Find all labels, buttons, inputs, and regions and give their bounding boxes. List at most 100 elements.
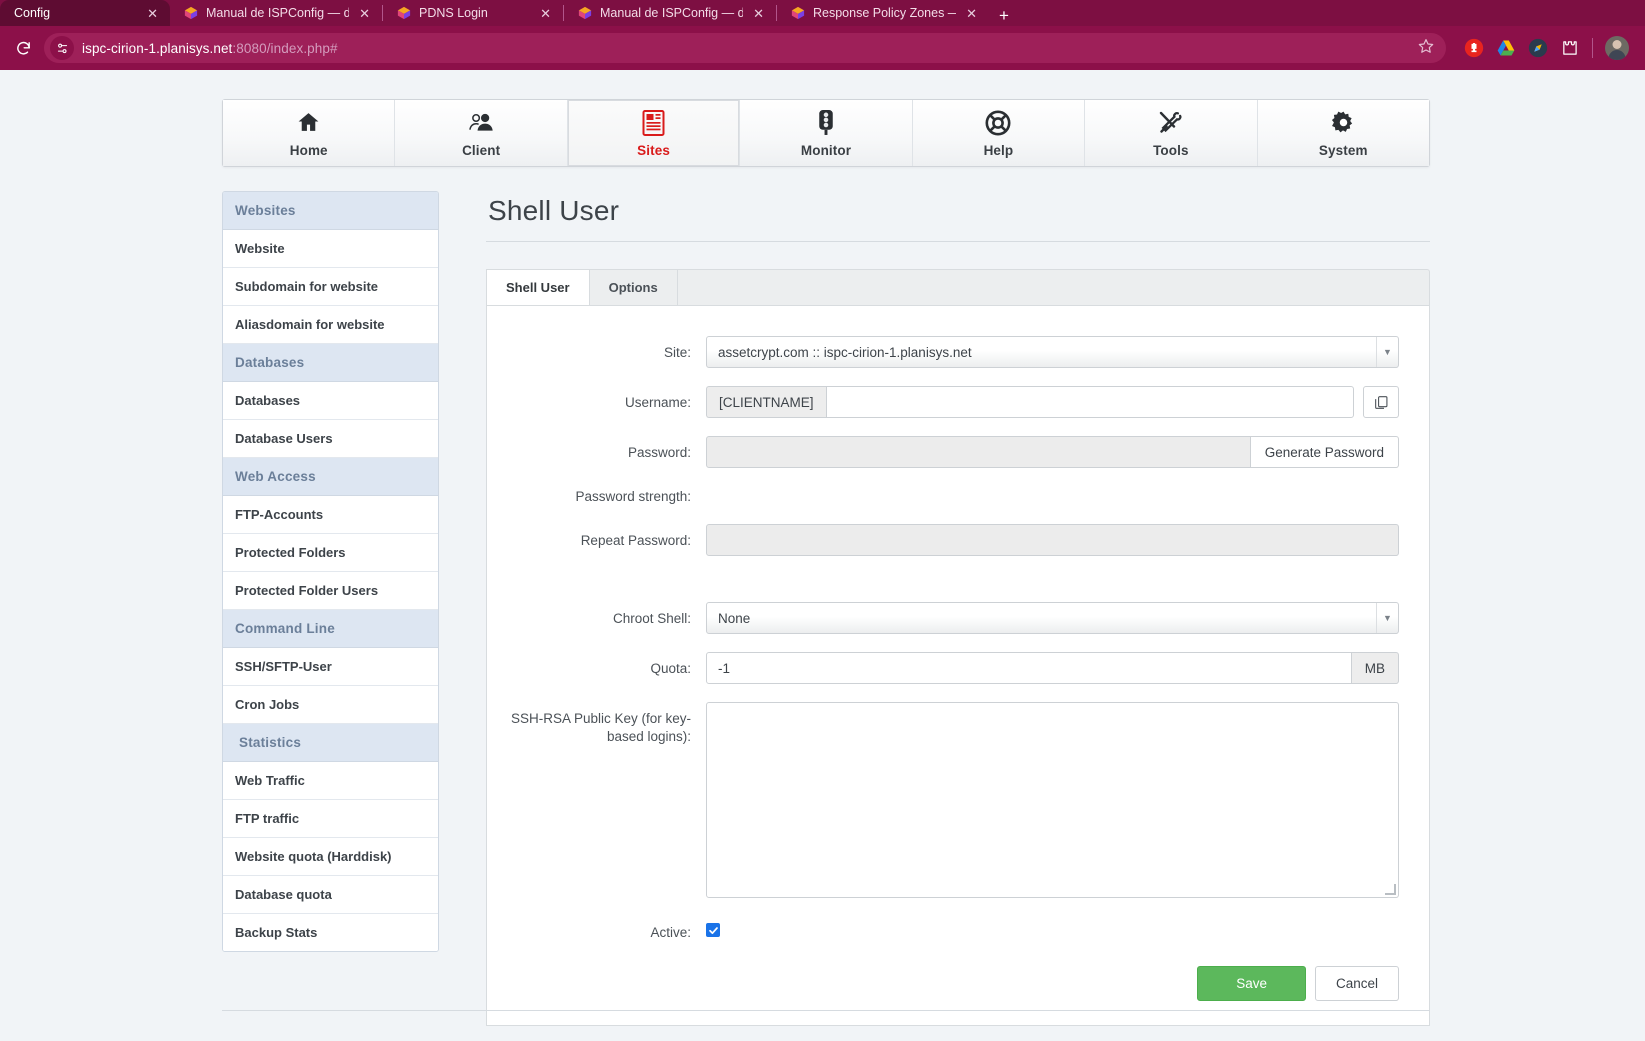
system-gear-icon — [1331, 109, 1356, 137]
nav-label: Tools — [1153, 142, 1189, 158]
home-icon — [296, 109, 321, 137]
nav-item-system[interactable]: System — [1257, 100, 1429, 166]
browser-tabstrip: Config ✕ Manual de ISPConfig — docum ✕ P… — [0, 0, 1645, 26]
tab-close-button[interactable]: ✕ — [357, 7, 372, 20]
tab-title: Manual de ISPConfig — docum — [600, 6, 744, 20]
password-input[interactable] — [706, 436, 1251, 468]
ispconfig-cube-icon — [184, 6, 198, 20]
puzzle-extensions-icon[interactable] — [1560, 38, 1580, 58]
tab-close-button[interactable]: ✕ — [538, 7, 553, 20]
browser-tab-2[interactable]: PDNS Login ✕ — [383, 0, 563, 26]
nav-label: Help — [983, 142, 1014, 158]
tab-title: Response Policy Zones — docu — [813, 6, 956, 20]
sidebar-item-website[interactable]: Website — [223, 230, 438, 268]
ispconfig-cube-icon — [791, 6, 805, 20]
sidebar-item-ftp-traffic[interactable]: FTP traffic — [223, 800, 438, 838]
ssh-rsa-textarea[interactable] — [706, 702, 1399, 899]
nav-item-client[interactable]: Client — [395, 100, 568, 166]
ssh-rsa-label: SSH-RSA Public Key (for key-based logins… — [510, 711, 691, 745]
ispconfig-cube-icon — [397, 6, 411, 20]
generate-password-button[interactable]: Generate Password — [1250, 436, 1399, 468]
address-bar[interactable]: ispc-cirion-1.planisys.net:8080/index.ph… — [44, 33, 1446, 63]
tab-title: PDNS Login — [419, 6, 488, 20]
sidebar-item-database-users[interactable]: Database Users — [223, 420, 438, 458]
quota-label: Quota: — [650, 661, 691, 677]
nav-item-home[interactable]: Home — [223, 100, 396, 166]
page-title: Shell User — [488, 195, 620, 226]
copy-icon[interactable] — [1363, 386, 1399, 418]
quota-input[interactable]: -1 — [706, 652, 1352, 685]
site-label: Site: — [663, 345, 691, 360]
sidebar-item-subdomain-for-website[interactable]: Subdomain for website — [223, 268, 438, 306]
sidebar-item-ssh-sftp-user[interactable]: SSH/SFTP-User — [223, 648, 438, 686]
sidebar-item-ftp-accounts[interactable]: FTP-Accounts — [223, 496, 438, 534]
save-button[interactable]: Save — [1197, 966, 1306, 1002]
sidebar-item-aliasdomain-for-website[interactable]: Aliasdomain for website — [223, 306, 438, 344]
sidebar-item-database-quota[interactable]: Database quota — [223, 876, 438, 914]
chevron-down-icon[interactable]: ▼ — [1376, 603, 1398, 634]
field-row-password-strength: Password strength: — [487, 486, 1399, 506]
tab-shell-user[interactable]: Shell User — [486, 269, 590, 305]
browser-chrome: Config ✕ Manual de ISPConfig — docum ✕ P… — [0, 0, 1645, 70]
footer-divider — [222, 1010, 1430, 1011]
nav-item-monitor[interactable]: Monitor — [740, 100, 913, 166]
form-spacer — [487, 574, 1399, 602]
field-row-site: Site: assetcrypt.com :: ispc-cirion-1.pl… — [487, 336, 1399, 368]
active-label: Active: — [650, 925, 691, 941]
username-label: Username: — [624, 395, 691, 410]
url-host: ispc-cirion-1.planisys.net — [82, 40, 233, 56]
ublock-origin-icon[interactable] — [1464, 38, 1484, 58]
sidebar-item-web-traffic[interactable]: Web Traffic — [223, 762, 438, 800]
tab-close-button[interactable]: ✕ — [145, 7, 160, 20]
reload-icon[interactable] — [8, 33, 38, 63]
field-row-active: Active: — [487, 916, 1399, 942]
site-select-value: assetcrypt.com :: ispc-cirion-1.planisys… — [718, 344, 972, 360]
chroot-shell-value: None — [718, 610, 751, 626]
ispconfig-page: Home Client Sites Monitor Help Tools Sys… — [0, 70, 1645, 1041]
browser-tab-4[interactable]: Response Policy Zones — docu ✕ — [777, 0, 989, 26]
google-drive-icon[interactable] — [1496, 38, 1516, 58]
sidebar-item-databases[interactable]: Databases — [223, 382, 438, 420]
username-prefix: [CLIENTNAME] — [706, 386, 826, 418]
quota-unit: MB — [1351, 652, 1399, 685]
sidebar-item-backup-stats[interactable]: Backup Stats — [223, 914, 438, 951]
site-select[interactable]: assetcrypt.com :: ispc-cirion-1.planisys… — [706, 336, 1399, 368]
avatar[interactable] — [1605, 36, 1629, 60]
tab-options[interactable]: Options — [588, 269, 678, 305]
active-checkbox[interactable] — [706, 923, 720, 938]
password-label: Password: — [627, 445, 691, 460]
bookmark-star-icon[interactable] — [1418, 38, 1438, 58]
cancel-button[interactable]: Cancel — [1314, 966, 1399, 1002]
sidebar-item-protected-folders[interactable]: Protected Folders — [223, 534, 438, 572]
extension-icon[interactable] — [1528, 38, 1548, 58]
tab-close-button[interactable]: ✕ — [964, 7, 979, 20]
main-content: Shell User Shell User Options Site: asse… — [486, 191, 1430, 1027]
chevron-down-icon[interactable]: ▼ — [1376, 337, 1398, 367]
field-row-password: Password: Generate Password — [487, 436, 1399, 468]
browser-tab-1[interactable]: Manual de ISPConfig — docum ✕ — [170, 0, 382, 26]
browser-tab-3[interactable]: Manual de ISPConfig — docum ✕ — [564, 0, 776, 26]
nav-label: Monitor — [800, 142, 852, 158]
chroot-shell-label: Chroot Shell: — [612, 611, 691, 627]
sidebar-group-websites: Websites — [223, 192, 438, 230]
title-divider — [486, 241, 1430, 242]
tools-icon — [1158, 109, 1184, 137]
username-input[interactable] — [825, 386, 1354, 418]
nav-item-sites[interactable]: Sites — [567, 100, 741, 166]
tab-close-button[interactable]: ✕ — [751, 7, 766, 20]
sidebar-item-protected-folder-users[interactable]: Protected Folder Users — [223, 572, 438, 610]
sidebar-item-website-quota[interactable]: Website quota (Harddisk) — [223, 838, 438, 876]
chroot-shell-select[interactable]: None ▼ — [706, 602, 1399, 635]
nav-item-help[interactable]: Help — [912, 100, 1086, 166]
field-row-ssh-rsa: SSH-RSA Public Key (for key-based logins… — [487, 702, 1399, 899]
sidebar-item-cron-jobs[interactable]: Cron Jobs — [223, 686, 438, 724]
site-settings-icon[interactable] — [50, 36, 74, 60]
extension-icons — [1452, 36, 1637, 60]
nav-label: Home — [289, 142, 328, 158]
shell-user-form: Site: assetcrypt.com :: ispc-cirion-1.pl… — [486, 306, 1430, 1027]
nav-item-tools[interactable]: Tools — [1085, 100, 1258, 166]
tab-title: Config — [14, 6, 51, 20]
browser-tab-0[interactable]: Config ✕ — [0, 0, 170, 26]
new-tab-button[interactable]: + — [989, 7, 1019, 26]
repeat-password-input[interactable] — [706, 524, 1399, 557]
